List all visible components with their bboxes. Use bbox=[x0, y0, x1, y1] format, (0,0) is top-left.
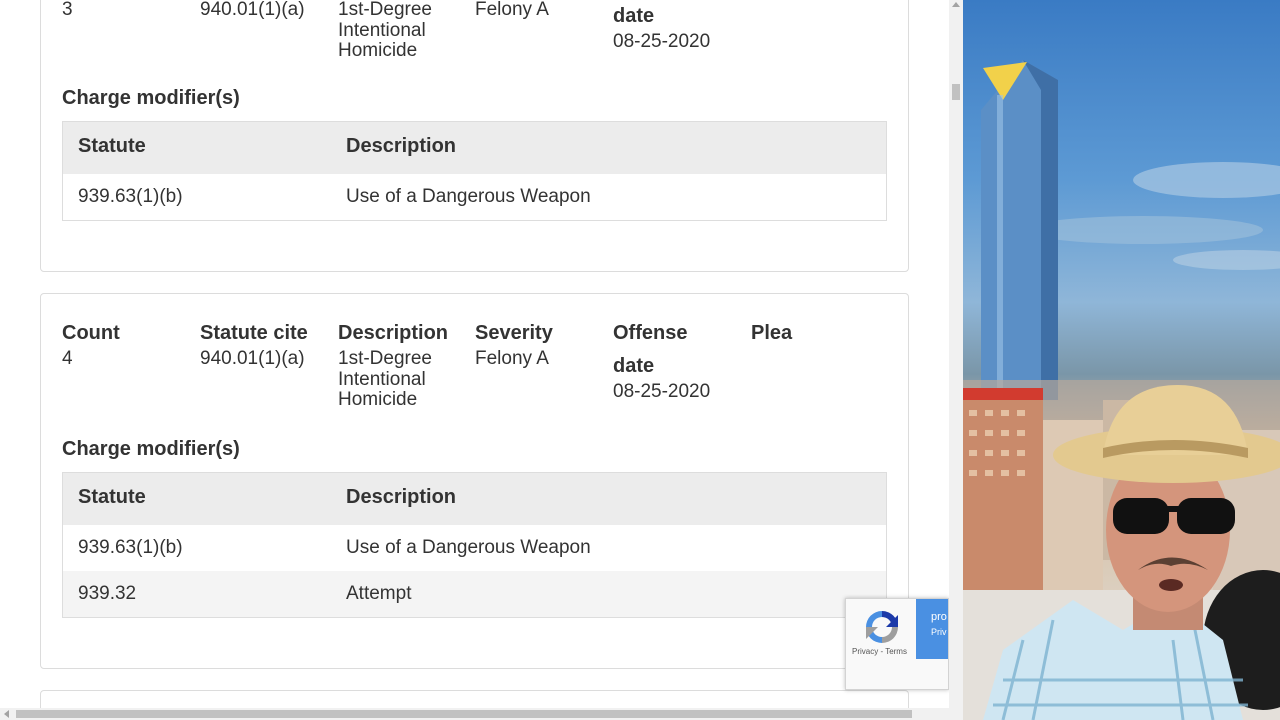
modifier-statute: 939.32 bbox=[78, 583, 137, 604]
statute-cite-value: 940.01(1)(a) bbox=[200, 0, 305, 20]
table-header-row: Statute Description bbox=[63, 473, 886, 525]
modifier-description: Attempt bbox=[346, 583, 412, 604]
count-value: 3 bbox=[62, 0, 73, 20]
table-row: 939.63(1)(b) Use of a Dangerous Weapon bbox=[63, 174, 886, 220]
recaptcha-privacy-terms-link[interactable]: Privacy - Terms bbox=[852, 647, 907, 656]
charge-modifiers-table: Statute Description 939.63(1)(b) Use of … bbox=[62, 472, 887, 618]
recaptcha-info-line-2: Priv bbox=[931, 627, 947, 637]
statute-column-header: Statute bbox=[78, 135, 146, 157]
vertical-scrollbar[interactable] bbox=[949, 0, 963, 708]
scroll-left-arrow-icon[interactable] bbox=[4, 710, 9, 718]
description-line-1: 1st-Degree bbox=[338, 348, 432, 369]
table-row: 939.63(1)(b) Use of a Dangerous Weapon bbox=[63, 525, 886, 571]
severity-header: Severity bbox=[475, 322, 553, 344]
charge-card-4: Count Statute cite Description Severity … bbox=[40, 293, 909, 669]
offense-date-header-line-1: Offense bbox=[613, 322, 688, 344]
charge-modifiers-title: Charge modifier(s) bbox=[62, 438, 240, 460]
count-header: Count bbox=[62, 322, 120, 344]
description-line-1: 1st-Degree bbox=[338, 0, 432, 20]
modifier-description: Use of a Dangerous Weapon bbox=[346, 186, 591, 207]
recaptcha-info-line-1: pro bbox=[931, 611, 947, 623]
plea-header: Plea bbox=[751, 322, 793, 344]
webcam-overlay bbox=[963, 0, 1280, 720]
charge-card-3: 3 940.01(1)(a) 1st-Degree Intentional Ho… bbox=[40, 0, 909, 272]
horizontal-scroll-thumb[interactable] bbox=[16, 710, 912, 718]
charge-modifiers-title: Charge modifier(s) bbox=[62, 87, 240, 109]
description-column-header: Description bbox=[346, 486, 457, 508]
statute-cite-header: Statute cite bbox=[200, 322, 308, 344]
description-line-3: Homicide bbox=[338, 389, 418, 410]
scroll-up-arrow-icon[interactable] bbox=[952, 2, 960, 7]
charge-modifiers-table: Statute Description 939.63(1)(b) Use of … bbox=[62, 121, 887, 221]
recaptcha-badge[interactable]: Privacy - Terms pro Priv bbox=[845, 598, 949, 690]
modifier-description: Use of a Dangerous Weapon bbox=[346, 537, 591, 558]
description-line-2: Intentional bbox=[338, 19, 426, 41]
modifier-statute: 939.63(1)(b) bbox=[78, 537, 183, 558]
description-header: Description bbox=[338, 322, 449, 344]
severity-value: Felony A bbox=[475, 348, 549, 369]
statute-column-header: Statute bbox=[78, 486, 146, 508]
offense-date-value: 08-25-2020 bbox=[613, 31, 711, 52]
statute-cite-value: 940.01(1)(a) bbox=[200, 348, 305, 369]
severity-value: Felony A bbox=[475, 0, 549, 20]
webcam-scene bbox=[963, 60, 1280, 720]
offense-date-header-line-2: date bbox=[613, 355, 655, 377]
offense-date-header-line-2: date bbox=[613, 5, 655, 27]
horizontal-scrollbar[interactable] bbox=[0, 708, 963, 720]
recaptcha-info-panel: pro Priv bbox=[916, 599, 948, 659]
description-line-3: Homicide bbox=[338, 40, 418, 61]
table-header-row: Statute Description bbox=[63, 122, 886, 174]
recaptcha-logo-icon bbox=[866, 611, 898, 643]
table-row: 939.32 Attempt bbox=[63, 571, 886, 617]
modifier-statute: 939.63(1)(b) bbox=[78, 186, 183, 207]
offense-date-value: 08-25-2020 bbox=[613, 381, 711, 402]
description-column-header: Description bbox=[346, 135, 457, 157]
count-value: 4 bbox=[62, 348, 73, 369]
description-line-2: Intentional bbox=[338, 368, 426, 390]
case-details-page: 3 940.01(1)(a) 1st-Degree Intentional Ho… bbox=[0, 0, 963, 720]
vertical-scroll-thumb[interactable] bbox=[952, 84, 960, 100]
